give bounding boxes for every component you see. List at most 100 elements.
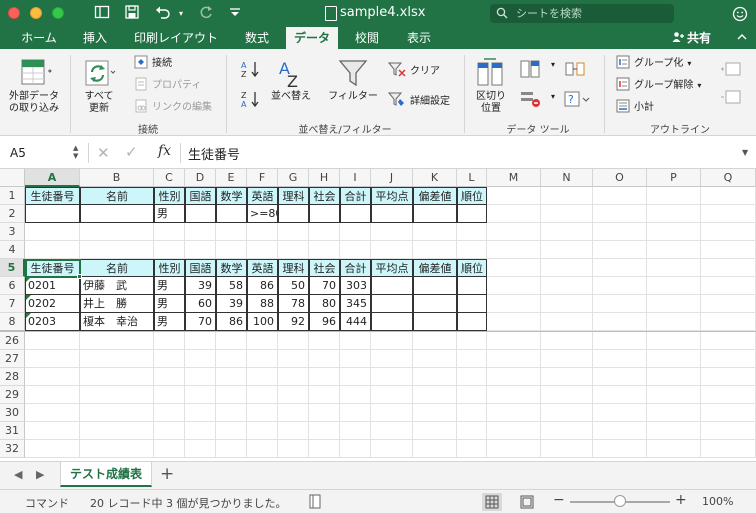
table-data-cell[interactable]: 444 xyxy=(340,313,371,331)
grid-cell[interactable] xyxy=(413,404,457,422)
grid-cell[interactable] xyxy=(185,223,216,241)
grid-cell[interactable] xyxy=(216,332,247,350)
grid-cell[interactable] xyxy=(247,422,278,440)
grid-cell[interactable] xyxy=(593,313,647,331)
grid-cell[interactable] xyxy=(216,440,247,458)
sheet-search[interactable] xyxy=(490,4,674,23)
table-data-cell[interactable]: 80 xyxy=(309,295,340,313)
select-all-corner[interactable] xyxy=(0,169,25,187)
grid-cell[interactable] xyxy=(371,223,413,241)
row-header-6[interactable]: 6 xyxy=(0,277,25,295)
row-header-31[interactable]: 31 xyxy=(0,422,25,440)
table-data-cell[interactable] xyxy=(413,277,457,295)
table-header-cell[interactable]: 社会 xyxy=(309,259,340,277)
grid-cell[interactable] xyxy=(541,187,593,205)
table-data-cell[interactable]: 39 xyxy=(216,295,247,313)
grid-cell[interactable] xyxy=(487,313,541,331)
grid-cell[interactable] xyxy=(487,422,541,440)
column-header-n[interactable]: N xyxy=(541,169,593,187)
grid-cell[interactable] xyxy=(541,404,593,422)
grid-cell[interactable] xyxy=(647,386,701,404)
grid-cell[interactable] xyxy=(25,241,80,259)
table-data-cell[interactable]: 井上 勝 xyxy=(80,295,154,313)
grid-cell[interactable] xyxy=(487,223,541,241)
grid-cell[interactable] xyxy=(247,241,278,259)
grid-cell[interactable] xyxy=(278,241,309,259)
table-data-cell[interactable] xyxy=(413,313,457,331)
column-header-m[interactable]: M xyxy=(487,169,541,187)
grid-cell[interactable] xyxy=(701,313,756,331)
grid-cell[interactable] xyxy=(701,440,756,458)
grid-cell[interactable] xyxy=(278,386,309,404)
grid-cell[interactable] xyxy=(80,350,154,368)
hide-detail-button[interactable] xyxy=(718,89,746,105)
table-header-cell[interactable]: 国語 xyxy=(185,259,216,277)
table-data-cell[interactable]: 88 xyxy=(247,295,278,313)
grid-cell[interactable] xyxy=(413,332,457,350)
flash-fill-button[interactable] xyxy=(518,59,542,79)
cancel-icon[interactable]: ✕ xyxy=(97,144,110,162)
grid-cell[interactable] xyxy=(309,223,340,241)
grid-cell[interactable] xyxy=(593,205,647,223)
column-header-o[interactable]: O xyxy=(593,169,647,187)
grid-cell[interactable] xyxy=(541,332,593,350)
grid-cell[interactable] xyxy=(593,259,647,277)
grid-cell[interactable] xyxy=(278,440,309,458)
grid-cell[interactable] xyxy=(647,422,701,440)
table-data-cell[interactable] xyxy=(413,295,457,313)
grid-cell[interactable] xyxy=(647,187,701,205)
criteria-value-cell[interactable] xyxy=(457,205,487,223)
grid-cell[interactable] xyxy=(185,422,216,440)
grid-cell[interactable] xyxy=(247,223,278,241)
grid-cell[interactable] xyxy=(216,368,247,386)
grid-cell[interactable] xyxy=(278,404,309,422)
grid-cell[interactable] xyxy=(647,368,701,386)
grid-cell[interactable] xyxy=(487,187,541,205)
table-data-cell[interactable]: 345 xyxy=(340,295,371,313)
grid-cell[interactable] xyxy=(647,205,701,223)
grid-cell[interactable] xyxy=(25,223,80,241)
row-header-1[interactable]: 1 xyxy=(0,187,25,205)
grid-cell[interactable] xyxy=(278,332,309,350)
table-data-cell[interactable]: 50 xyxy=(278,277,309,295)
sort-button[interactable]: A Z 並べ替え xyxy=(268,57,314,103)
grid-cell[interactable] xyxy=(371,241,413,259)
grid-cell[interactable] xyxy=(487,295,541,313)
previous-sheet-icon[interactable]: ◀ xyxy=(14,468,22,481)
table-data-cell[interactable]: 70 xyxy=(309,277,340,295)
table-data-cell[interactable] xyxy=(457,277,487,295)
grid-cell[interactable] xyxy=(185,386,216,404)
criteria-value-cell[interactable] xyxy=(25,205,80,223)
get-external-data-button[interactable]: 外部データ の取り込み xyxy=(4,57,64,115)
table-data-cell[interactable]: 39 xyxy=(185,277,216,295)
grid-cell[interactable] xyxy=(25,440,80,458)
grid-cell[interactable] xyxy=(340,223,371,241)
criteria-header-cell[interactable]: 理科 xyxy=(278,187,309,205)
grid-cell[interactable] xyxy=(701,404,756,422)
grid-cell[interactable] xyxy=(309,350,340,368)
grid-cell[interactable] xyxy=(541,350,593,368)
page-layout-view-button[interactable] xyxy=(517,493,537,511)
grid-cell[interactable] xyxy=(413,368,457,386)
grid-cell[interactable] xyxy=(247,404,278,422)
table-data-cell[interactable]: 男 xyxy=(154,313,185,331)
grid-cell[interactable] xyxy=(647,332,701,350)
row-header-32[interactable]: 32 xyxy=(0,440,25,458)
consolidate-button[interactable] xyxy=(562,59,588,79)
refresh-all-button[interactable]: すべて 更新 xyxy=(74,57,124,115)
grid-cell[interactable] xyxy=(541,259,593,277)
next-sheet-icon[interactable]: ▶ xyxy=(36,468,44,481)
row-header-2[interactable]: 2 xyxy=(0,205,25,223)
grid-cell[interactable] xyxy=(247,440,278,458)
formula-input[interactable]: 生徒番号 xyxy=(188,144,240,163)
grid-cell[interactable] xyxy=(278,350,309,368)
remove-duplicates-button[interactable] xyxy=(518,89,542,109)
row-header-28[interactable]: 28 xyxy=(0,368,25,386)
table-data-cell[interactable] xyxy=(371,277,413,295)
feedback-smile-icon[interactable] xyxy=(732,6,748,22)
row-header-26[interactable]: 26 xyxy=(0,332,25,350)
criteria-header-cell[interactable]: 名前 xyxy=(80,187,154,205)
table-data-cell[interactable]: 男 xyxy=(154,277,185,295)
grid-cell[interactable] xyxy=(457,350,487,368)
column-header-p[interactable]: P xyxy=(647,169,701,187)
